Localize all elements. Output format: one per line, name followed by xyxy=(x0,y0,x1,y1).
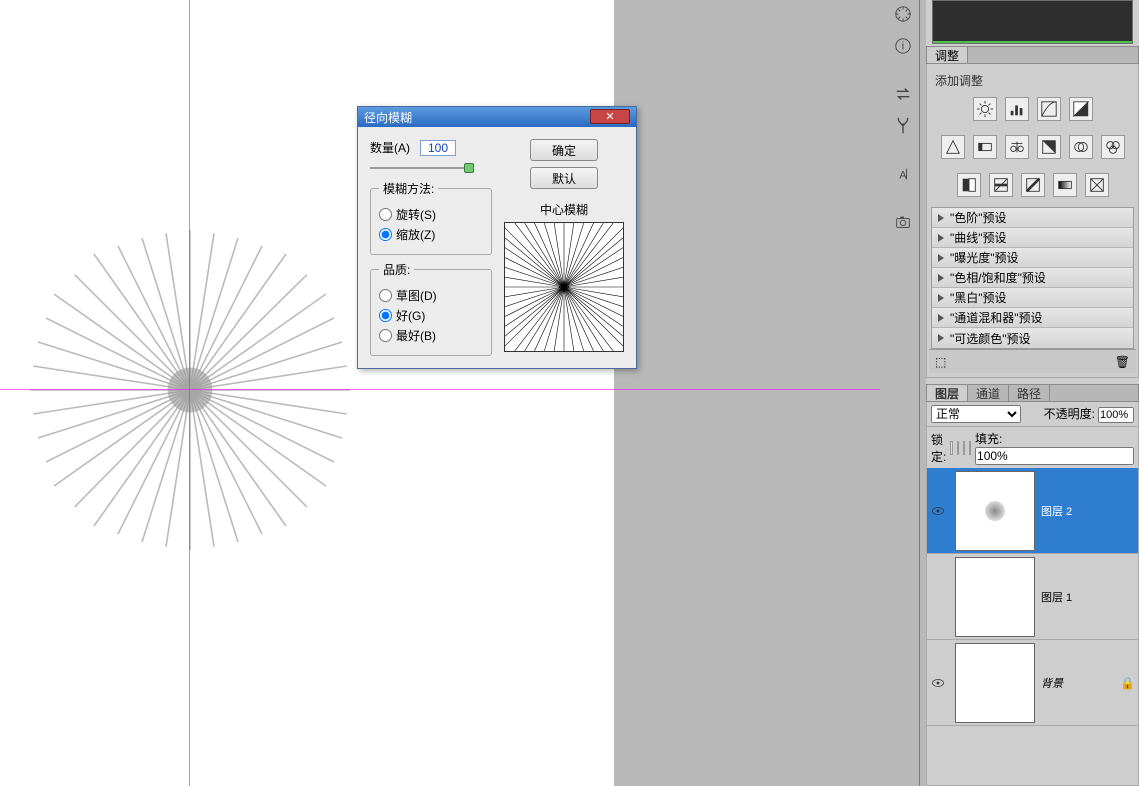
blend-mode-select[interactable]: 正常 xyxy=(931,405,1021,423)
text-a-icon[interactable]: A xyxy=(891,162,915,186)
presets-footer: ⬚ 🗑 xyxy=(929,349,1136,373)
ok-button[interactable]: 确定 xyxy=(530,139,598,161)
swap-icon[interactable] xyxy=(891,82,915,106)
preset-bw[interactable]: "黑白"预设 xyxy=(932,288,1133,308)
layer-name[interactable]: 图层 1 xyxy=(1041,589,1138,605)
svg-text:i: i xyxy=(901,41,903,53)
layer-controls-row2: 锁定: 填充: xyxy=(926,427,1139,468)
radio-best[interactable]: 最好(B) xyxy=(379,327,483,344)
adjustment-icons-row3 xyxy=(929,169,1136,207)
layer-row-1[interactable]: 图层 1 xyxy=(927,554,1138,640)
threshold-icon[interactable] xyxy=(1021,173,1045,197)
info-icon[interactable]: i xyxy=(891,34,915,58)
default-button[interactable]: 默认 xyxy=(530,167,598,189)
layer-thumbnail[interactable] xyxy=(955,557,1035,637)
fill-input[interactable] xyxy=(975,447,1134,465)
preview-label: 中心模糊 xyxy=(504,201,624,218)
radio-spin[interactable]: 旋转(S) xyxy=(379,206,483,223)
adjustments-title: 添加调整 xyxy=(929,68,1136,93)
lock-image-icon[interactable] xyxy=(957,441,959,455)
expand-icon[interactable]: ⬚ xyxy=(935,355,946,369)
guide-horizontal[interactable] xyxy=(0,389,880,390)
lock-label: 锁定: xyxy=(931,431,946,465)
photo-filter-icon[interactable] xyxy=(1069,135,1093,159)
invert-icon[interactable] xyxy=(957,173,981,197)
histogram[interactable] xyxy=(932,0,1133,44)
radio-draft[interactable]: 草图(D) xyxy=(379,287,483,304)
preset-exposure[interactable]: "曝光度"预设 xyxy=(932,248,1133,268)
guide-vertical[interactable] xyxy=(189,0,190,786)
tab-adjustments[interactable]: 调整 xyxy=(927,47,968,63)
radio-good[interactable]: 好(G) xyxy=(379,307,483,324)
layers-list: 图层 2 图层 1 背景 🔒 xyxy=(926,468,1139,786)
preset-hue[interactable]: "色相/饱和度"预设 xyxy=(932,268,1133,288)
fork-icon[interactable] xyxy=(891,114,915,138)
layer-controls-row1: 正常 不透明度: xyxy=(926,402,1139,427)
amount-input[interactable] xyxy=(420,140,456,156)
lock-all-icon[interactable] xyxy=(969,441,971,455)
layer-row-2[interactable]: 图层 2 xyxy=(927,468,1138,554)
slider-handle[interactable] xyxy=(464,163,474,173)
blur-center-preview[interactable] xyxy=(504,222,624,352)
camera-icon[interactable] xyxy=(891,210,915,234)
fill-label: 填充: xyxy=(975,432,1002,446)
right-panels: 调整 添加调整 "色阶"预设 "曲线"预设 "曝光度"预设 xyxy=(926,0,1139,786)
bw-icon[interactable] xyxy=(1037,135,1061,159)
close-button[interactable]: ✕ xyxy=(590,109,630,124)
blur-method-legend: 模糊方法: xyxy=(379,180,438,197)
presets-list: "色阶"预设 "曲线"预设 "曝光度"预设 "色相/饱和度"预设 "黑白"预设 … xyxy=(931,207,1134,349)
exposure-icon[interactable] xyxy=(1069,97,1093,121)
opacity-label: 不透明度: xyxy=(1044,407,1095,421)
layer-thumbnail[interactable] xyxy=(955,643,1035,723)
visibility-toggle[interactable] xyxy=(927,678,949,688)
opacity-input[interactable] xyxy=(1098,407,1134,423)
lock-icon: 🔒 xyxy=(1120,676,1138,690)
adjustments-panel: 添加调整 "色阶"预设 "曲线"预设 "曝光度"预设 "色相/饱和度" xyxy=(926,64,1139,378)
hue-icon[interactable] xyxy=(973,135,997,159)
posterize-icon[interactable] xyxy=(989,173,1013,197)
curves-icon[interactable] xyxy=(1037,97,1061,121)
dialog-titlebar[interactable]: 径向模糊 ✕ xyxy=(358,107,636,127)
quality-legend: 品质: xyxy=(379,261,414,278)
preset-curves[interactable]: "曲线"预设 xyxy=(932,228,1133,248)
tab-layers[interactable]: 图层 xyxy=(927,385,968,401)
brightness-icon[interactable] xyxy=(973,97,997,121)
preset-levels[interactable]: "色阶"预设 xyxy=(932,208,1133,228)
preset-selective-color[interactable]: "可选颜色"预设 xyxy=(932,328,1133,348)
layer-name[interactable]: 图层 2 xyxy=(1041,503,1138,519)
side-tool-strip: i A xyxy=(886,0,920,786)
selective-color-icon[interactable] xyxy=(1085,173,1109,197)
levels-icon[interactable] xyxy=(1005,97,1029,121)
layer-row-bg[interactable]: 背景 🔒 xyxy=(927,640,1138,726)
radio-zoom[interactable]: 缩放(Z) xyxy=(379,226,483,243)
quality-group: 品质: 草图(D) 好(G) 最好(B) xyxy=(370,261,492,356)
layer-name[interactable]: 背景 xyxy=(1041,675,1120,691)
radial-blur-dialog: 径向模糊 ✕ 数量(A) 模糊方法: 旋转(S) 缩放(Z) 品质: 草图(D)… xyxy=(357,106,637,369)
adjustment-icons-row2 xyxy=(929,131,1136,169)
lock-transparent-icon[interactable] xyxy=(950,441,952,455)
adjustment-icons-row1 xyxy=(929,93,1136,131)
lock-position-icon[interactable] xyxy=(963,441,965,455)
radial-blur-preview xyxy=(30,230,350,550)
preset-channel-mixer[interactable]: "通道混和器"预设 xyxy=(932,308,1133,328)
compass-icon[interactable] xyxy=(891,2,915,26)
dialog-title: 径向模糊 xyxy=(364,109,412,126)
vibrance-icon[interactable] xyxy=(941,135,965,159)
amount-label: 数量(A) xyxy=(370,139,410,156)
balance-icon[interactable] xyxy=(1005,135,1029,159)
layer-thumbnail[interactable] xyxy=(955,471,1035,551)
layers-tabs: 图层 通道 路径 xyxy=(926,384,1139,402)
amount-slider[interactable] xyxy=(370,162,470,174)
channel-mixer-icon[interactable] xyxy=(1101,135,1125,159)
blur-method-group: 模糊方法: 旋转(S) 缩放(Z) xyxy=(370,180,492,255)
adjustments-tabs: 调整 xyxy=(926,46,1139,64)
tab-paths[interactable]: 路径 xyxy=(1009,385,1050,401)
visibility-toggle[interactable] xyxy=(927,506,949,516)
trash-icon[interactable]: 🗑 xyxy=(1115,355,1130,369)
gradient-map-icon[interactable] xyxy=(1053,173,1077,197)
tab-channels[interactable]: 通道 xyxy=(968,385,1009,401)
